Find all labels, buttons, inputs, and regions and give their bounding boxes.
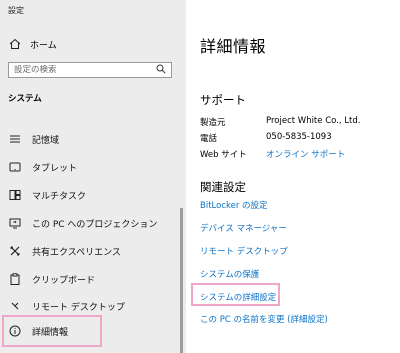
sidebar-item-label: リモート デスクトップ: [32, 302, 125, 313]
search-icon[interactable]: [156, 64, 166, 77]
selection-highlight: [2, 315, 102, 347]
related-settings-heading: 関連設定: [200, 180, 246, 194]
manufacturer-value: Project White Co., Ltd.: [266, 116, 361, 126]
remote-desktop-icon: [8, 299, 22, 313]
search-box[interactable]: [8, 62, 172, 78]
remote-desktop-link[interactable]: リモート デスクトップ: [200, 245, 288, 257]
system-protection-link[interactable]: システムの保護: [200, 268, 259, 280]
projection-icon: [8, 216, 22, 230]
main-content: 詳細情報 サポート 製造元 Project White Co., Ltd. 電話…: [186, 0, 400, 353]
sidebar-item-remote-desktop[interactable]: リモート デスクトップ: [8, 297, 178, 315]
sidebar-item-tablet[interactable]: タブレット: [8, 158, 178, 176]
tablet-icon: [8, 160, 22, 174]
device-manager-link[interactable]: デバイス マネージャー: [200, 222, 287, 234]
phone-value: 050-5835-1093: [266, 132, 332, 142]
sidebar-item-label: マルチタスク: [32, 191, 87, 202]
link-highlight: [191, 283, 280, 306]
sidebar-item-projection[interactable]: この PC へのプロジェクション: [8, 214, 178, 232]
home-label: ホーム: [30, 40, 57, 51]
support-heading: サポート: [200, 93, 246, 107]
sidebar-item-label: クリップボード: [32, 275, 96, 286]
sidebar-scrollbar[interactable]: [180, 208, 183, 353]
shared-experience-icon: [8, 244, 22, 258]
page-title: 詳細情報: [200, 37, 267, 56]
sidebar-item-storage[interactable]: 記憶域: [8, 130, 178, 148]
phone-label: 電話: [200, 134, 218, 144]
sidebar: 設定 ホーム システム 記憶域 タブレット マルチタスク: [0, 0, 186, 353]
sidebar-item-label: この PC へのプロジェクション: [32, 219, 158, 230]
online-support-link[interactable]: オンライン サポート: [266, 148, 345, 160]
website-label: Web サイト: [200, 150, 247, 160]
storage-icon: [8, 132, 22, 146]
rename-pc-link[interactable]: この PC の名前を変更 (詳細設定): [200, 313, 328, 325]
sidebar-item-label: 共有エクスペリエンス: [32, 247, 121, 258]
sidebar-item-multitask[interactable]: マルチタスク: [8, 186, 178, 204]
home-icon: [8, 37, 22, 51]
search-input[interactable]: [14, 65, 144, 75]
window-title: 設定: [8, 6, 24, 15]
bitlocker-settings-link[interactable]: BitLocker の設定: [200, 199, 268, 211]
sidebar-item-clipboard[interactable]: クリップボード: [8, 270, 178, 288]
clipboard-icon: [8, 272, 22, 286]
section-heading: システム: [8, 94, 42, 104]
sidebar-item-label: 記憶域: [32, 135, 60, 146]
sidebar-item-label: タブレット: [32, 163, 78, 174]
sidebar-home[interactable]: ホーム: [8, 36, 57, 52]
multitask-icon: [8, 188, 22, 202]
manufacturer-label: 製造元: [200, 118, 226, 128]
sidebar-item-shared-experience[interactable]: 共有エクスペリエンス: [8, 242, 178, 260]
